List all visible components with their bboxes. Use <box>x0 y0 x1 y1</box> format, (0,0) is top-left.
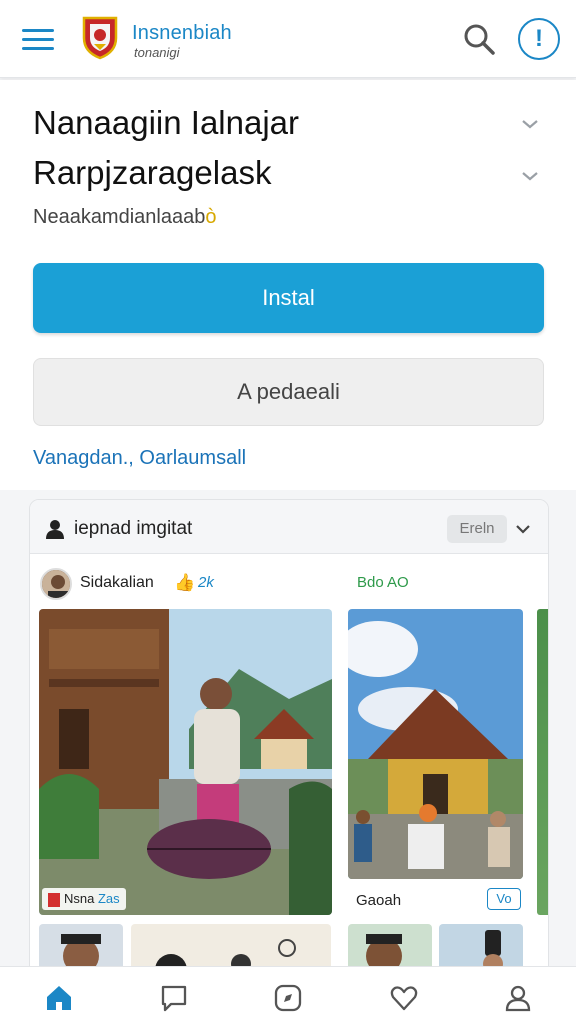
secondary-button[interactable]: A pedaeali <box>33 358 544 426</box>
photo-badge[interactable]: Vo <box>487 888 521 910</box>
card-header: iepnad imgitat Ereln <box>30 500 548 554</box>
card-badge[interactable]: Ereln <box>447 515 507 543</box>
media-card: iepnad imgitat Ereln Sidakalian 👍 2k Bdo… <box>29 499 549 979</box>
install-button[interactable]: Instal <box>33 263 544 333</box>
brand-subtitle: tonanigi <box>134 45 180 60</box>
chat-icon[interactable] <box>159 983 189 1013</box>
profile-icon[interactable] <box>503 983 533 1013</box>
search-icon[interactable] <box>462 22 496 56</box>
heart-icon[interactable] <box>389 983 419 1013</box>
alert-icon[interactable]: ! <box>518 18 560 60</box>
logo-icon <box>82 16 118 60</box>
thumbs-up-icon[interactable]: 👍 <box>174 573 195 593</box>
photo-partial[interactable] <box>537 609 548 915</box>
subtitle-text: Neaakamdianlaaab <box>33 206 206 228</box>
photo-tag: Nsna Zas <box>42 888 126 910</box>
page-title-line1: Nanaagiin Ialnajar <box>33 104 300 141</box>
like-count: 2k <box>198 574 214 591</box>
photo-village-umbrella[interactable] <box>39 609 332 915</box>
stat-text: Bdo AO <box>357 574 409 591</box>
bottom-nav <box>0 966 576 1024</box>
page-title-line2: Rarpjzaragelask <box>33 154 272 191</box>
menu-icon[interactable] <box>22 26 56 52</box>
chevron-down-icon[interactable] <box>514 520 532 538</box>
photo-pavilion[interactable] <box>348 609 523 879</box>
chevron-down-icon[interactable] <box>520 166 540 186</box>
brand-title: Insnenbiah <box>132 22 232 44</box>
flag-icon <box>48 892 60 907</box>
user-name[interactable]: Sidakalian <box>80 574 154 592</box>
subtitle-highlight: ò <box>205 206 217 228</box>
avatar[interactable] <box>40 568 72 600</box>
photo-tag-label: Nsna <box>64 891 95 906</box>
photo-caption: Gaoah <box>356 892 402 909</box>
user-icon <box>46 520 64 539</box>
compass-icon[interactable] <box>273 983 303 1013</box>
top-bar: Insnenbiah tonanigi ! <box>0 0 576 78</box>
page-subtitle: Neaakamdianlaaabò <box>33 206 216 229</box>
home-icon[interactable] <box>44 983 74 1013</box>
chevron-down-icon[interactable] <box>520 114 540 134</box>
card-title: iepnad imgitat <box>74 518 193 539</box>
photo-tag-extra: Zas <box>97 891 120 906</box>
info-link[interactable]: Vanagdan., Oarlaumsall <box>33 447 246 470</box>
